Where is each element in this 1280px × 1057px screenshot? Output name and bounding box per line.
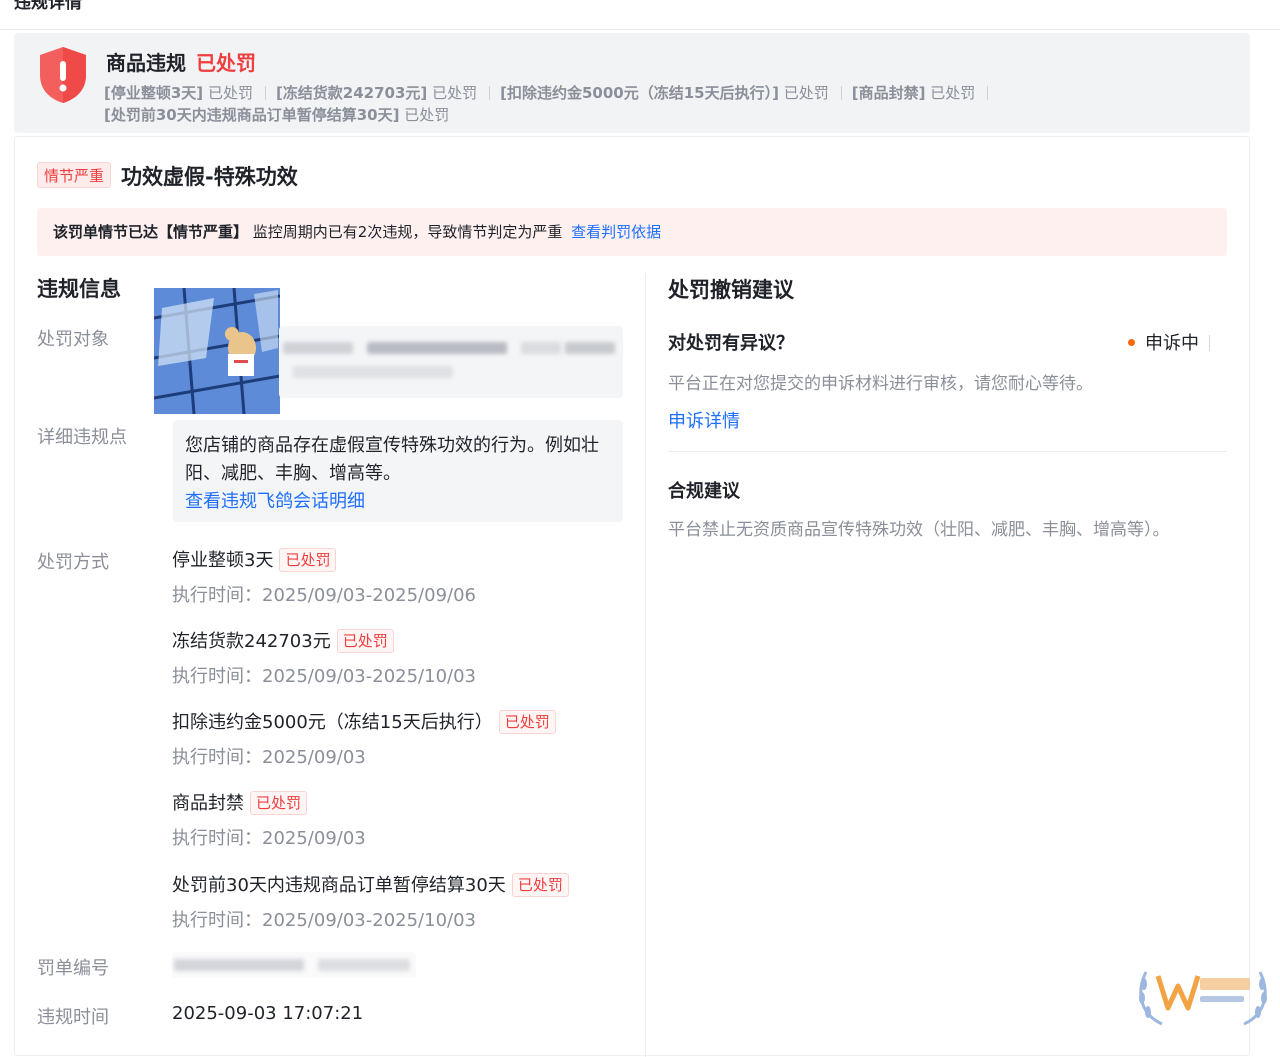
punishment-item: 处罚前30天内违规商品订单暂停结算30天 已处罚 执行时间：2025/09/03-… (172, 871, 569, 932)
method-label: 处罚方式 (37, 552, 109, 573)
banner-penalty-list-2: [处罚前30天内违规商品订单暂停结算30天] 已处罚 (104, 104, 449, 125)
severity-alert: 该罚单情节已达【情节严重】 监控周期内已有2次违规，导致情节判定为严重 查看判罚… (37, 208, 1227, 256)
punishment-status-tag: 已处罚 (336, 629, 394, 653)
violation-title: 功效虚假-特殊功效 (121, 165, 298, 189)
violation-info-title: 违规信息 (37, 277, 121, 301)
view-judgment-basis-link[interactable]: 查看判罚依据 (571, 223, 661, 241)
punishment-name: 停业整顿3天 (172, 550, 274, 571)
top-bar: 违规详情 (0, 0, 1280, 30)
violation-detail-card: 情节严重 功效虚假-特殊功效 该罚单情节已达【情节严重】 监控周期内已有2次违规… (14, 136, 1250, 1057)
banner-title: 商品违规 已处罚 (106, 47, 256, 76)
punishment-status-tag: 已处罚 (498, 710, 556, 734)
violation-time-label: 违规时间 (37, 1007, 109, 1028)
watermark-logo-icon (1139, 971, 1267, 1026)
punishment-name: 冻结货款242703元 (172, 631, 331, 652)
review-text: 平台正在对您提交的申诉材料进行审核，请您耐心等待。 (668, 374, 1093, 394)
punishment-status-tag: 已处罚 (279, 548, 337, 572)
product-image[interactable] (154, 288, 280, 414)
column-divider (645, 274, 646, 1057)
alert-text: 监控周期内已有2次违规，导致情节判定为严重 (252, 223, 563, 241)
banner-penalty: [停业整顿3天] 已处罚 (104, 82, 276, 103)
punishment-name: 扣除违约金5000元（冻结15天后执行） (172, 712, 493, 733)
violation-time-value: 2025-09-03 17:07:21 (172, 1003, 364, 1024)
detail-text: 您店铺的商品存在虚假宣传特殊功效的行为。例如壮阳、减肥、丰胸、增高等。 (185, 435, 599, 484)
target-info-blurred (279, 326, 623, 398)
detail-label: 详细违规点 (37, 427, 127, 448)
appeal-status: 申诉中 (1128, 329, 1210, 355)
punishment-name: 处罚前30天内违规商品订单暂停结算30天 (172, 875, 506, 896)
compliance-title: 合规建议 (668, 481, 740, 502)
product-thumbnail-icon (154, 288, 280, 414)
punishment-time: 执行时间：2025/09/03-2025/09/06 (172, 585, 476, 606)
punishment-time: 执行时间：2025/09/03 (172, 747, 366, 768)
target-label: 处罚对象 (37, 329, 109, 350)
banner-penalty: [扣除违约金5000元（冻结15天后执行）] 已处罚 (500, 82, 852, 103)
banner-penalty: [冻结货款242703元] 已处罚 (276, 82, 500, 103)
punishment-status-tag: 已处罚 (511, 873, 569, 897)
shield-warning-icon (40, 47, 86, 103)
alert-strong-text: 该罚单情节已达【情节严重】 (53, 223, 249, 241)
detail-content: 您店铺的商品存在虚假宣传特殊功效的行为。例如壮阳、减肥、丰胸、增高等。 查看违规… (173, 420, 623, 522)
banner-penalty-list: [停业整顿3天] 已处罚 [冻结货款242703元] 已处罚 [扣除违约金5000元… (104, 82, 998, 103)
page-title: 违规详情 (14, 0, 82, 13)
appeal-status-text: 申诉中 (1145, 333, 1199, 354)
status-dot-icon (1128, 339, 1135, 346)
revoke-section-title: 处罚撤销建议 (668, 278, 794, 302)
banner-penalty: [商品封禁] 已处罚 (852, 82, 999, 103)
compliance-text: 平台禁止无资质商品宣传特殊功效（壮阳、减肥、丰胸、增高等）。 (668, 520, 1170, 540)
view-chat-detail-link[interactable]: 查看违规飞鸽会话明细 (185, 488, 611, 516)
punishment-status-tag: 已处罚 (250, 791, 308, 815)
punishment-time: 执行时间：2025/09/03-2025/10/03 (172, 666, 476, 687)
punishment-item: 停业整顿3天 已处罚 执行时间：2025/09/03-2025/09/06 (172, 546, 476, 607)
violation-banner: 商品违规 已处罚 [停业整顿3天] 已处罚 [冻结货款242703元] 已处罚 [扣除… (14, 33, 1250, 133)
punishment-item: 冻结货款242703元 已处罚 执行时间：2025/09/03-2025/10/0… (172, 627, 476, 688)
punishment-item: 扣除违约金5000元（冻结15天后执行） 已处罚 执行时间：2025/09/03 (172, 708, 556, 769)
punishment-time: 执行时间：2025/09/03 (172, 828, 366, 849)
objection-question: 对处罚有异议？ (668, 333, 794, 354)
punishment-item: 商品封禁 已处罚 执行时间：2025/09/03 (172, 789, 366, 850)
ticket-number-blurred (172, 952, 416, 978)
banner-title-text: 商品违规 (106, 51, 186, 75)
banner-penalty: [处罚前30天内违规商品订单暂停结算30天] 已处罚 (104, 106, 450, 124)
appeal-detail-link[interactable]: 申诉详情 (668, 407, 740, 433)
banner-status: 已处罚 (196, 51, 256, 75)
punishment-time: 执行时间：2025/09/03-2025/10/03 (172, 910, 476, 931)
ticket-label: 罚单编号 (37, 958, 109, 979)
punishment-name: 商品封禁 (172, 793, 244, 814)
severity-tag: 情节严重 (37, 162, 112, 188)
section-divider (668, 451, 1227, 452)
